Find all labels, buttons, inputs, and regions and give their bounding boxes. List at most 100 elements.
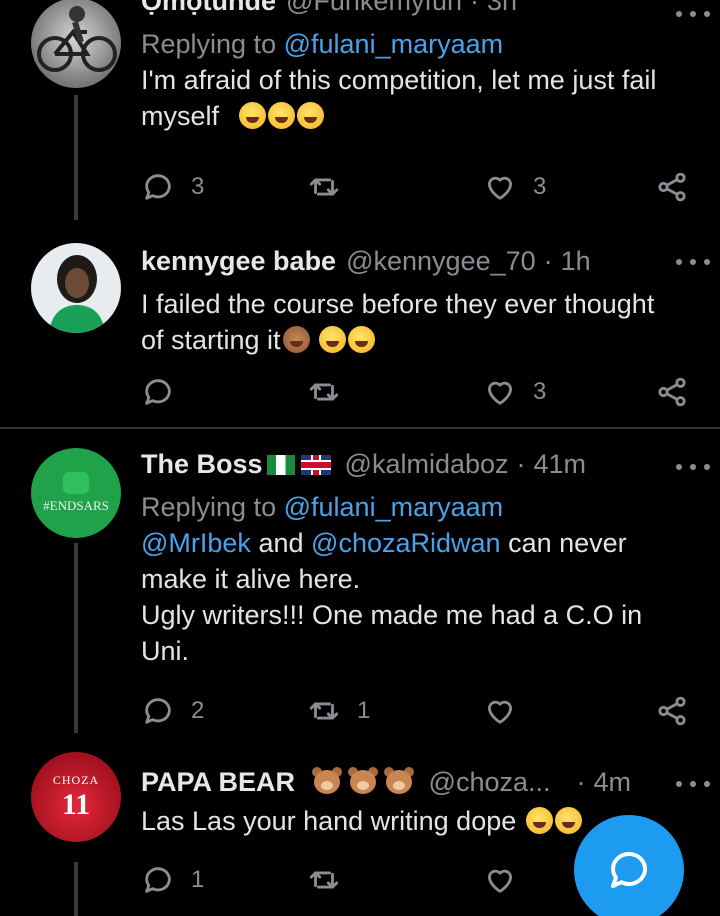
tweet-header: PAPA BEAR @choza... · 4m [141,765,700,799]
display-name[interactable]: The Boss [141,449,331,480]
grinning-face-emoji [348,326,376,353]
heart-icon [483,170,517,204]
display-name[interactable]: Ọmọtunde [141,0,276,17]
thread-line [74,862,78,916]
replying-prefix: Replying to [141,492,277,522]
share-button[interactable] [655,372,689,412]
tweet-1[interactable]: Ọmọtunde @Funkemyfun · 3h Replying to @f… [0,0,720,220]
see-no-evil-monkey-emoji [282,326,310,353]
retweet-button[interactable] [307,372,341,412]
user-handle[interactable]: @kalmidaboz [345,449,509,480]
share-icon [655,170,689,204]
tweet-text-fragment: can never [508,528,627,558]
more-options-icon[interactable] [676,8,710,20]
timestamp[interactable]: 41m [534,449,587,480]
mention-link[interactable]: @MrIbek [141,528,251,558]
tweet-text: I'm afraid of this competition, let me j… [141,62,700,134]
reply-icon [141,170,175,204]
like-button[interactable]: 3 [483,167,546,207]
thread-line [74,543,78,733]
display-name[interactable]: kennygee babe [141,246,336,277]
heart-icon [483,863,517,897]
separator: · [516,449,526,479]
timestamp[interactable]: 4m [594,767,632,798]
more-options-icon[interactable] [676,461,710,473]
replying-to-link[interactable]: @fulani_maryaam [284,29,504,59]
replying-to: Replying to @fulani_maryaam [141,26,700,62]
user-handle[interactable]: @kennygee_70 [346,246,536,277]
timestamp[interactable]: 3h [487,0,517,17]
retweet-button[interactable]: 1 [307,691,370,731]
user-handle[interactable]: @choza... [429,767,551,798]
reply-button[interactable] [141,372,175,412]
display-name-text: PAPA BEAR [141,767,296,797]
more-options-icon[interactable] [676,256,710,268]
reply-icon [141,694,175,728]
more-options-icon[interactable] [676,778,710,790]
avatar[interactable] [31,0,121,88]
retweet-icon [307,375,341,409]
avatar-jersey-number: 11 [61,787,91,821]
user-handle[interactable]: @Funkemyfun [286,0,462,17]
tweet-2[interactable]: kennygee babe @kennygee_70 · 1h I failed… [0,222,720,426]
tweet-text-line: myself [141,101,220,131]
reply-count: 3 [191,173,205,200]
tweet-header: The Boss @kalmidaboz · 41m [141,449,700,483]
retweet-icon [307,170,341,204]
display-name-text: The Boss [141,449,263,479]
separator: · [576,767,586,797]
tweet-header: Ọmọtunde @Funkemyfun · 3h [141,0,700,20]
retweet-count: 1 [357,697,371,724]
avatar[interactable] [31,243,121,333]
tweet-text-line: I failed the course before they ever tho… [141,289,655,319]
compose-reply-icon [611,852,647,888]
retweet-button[interactable] [307,167,341,207]
timestamp[interactable]: 1h [561,246,591,277]
reply-count: 1 [191,866,205,893]
tweet-text-line: I'm afraid of this competition, let me j… [141,65,657,95]
thread-line [74,95,78,220]
separator: · [469,0,479,16]
reply-button[interactable]: 3 [141,167,204,207]
tweet-header: kennygee babe @kennygee_70 · 1h [141,246,700,280]
loudly-crying-face-emoji [296,102,324,129]
fist-icon [63,472,89,494]
replying-to-link[interactable]: @fulani_maryaam [284,492,504,522]
profile-photo [49,255,105,333]
like-button[interactable] [483,860,517,900]
compose-reply-button[interactable] [574,815,684,916]
grinning-face-emoji [319,326,347,353]
avatar-hashtag: #ENDSARS [43,498,109,513]
share-button[interactable] [655,691,689,731]
tweet-text: @MrIbek and @chozaRidwan can never make … [141,525,700,669]
grinning-sweat-face-emoji [554,807,582,834]
mention-link[interactable]: @chozaRidwan [311,528,501,558]
tweet-text: I failed the course before they ever tho… [141,286,700,358]
reply-button[interactable]: 1 [141,860,204,900]
reply-icon [141,863,175,897]
separator: · [543,246,553,276]
like-button[interactable]: 3 [483,372,546,412]
retweet-icon [307,694,341,728]
display-name[interactable]: PAPA BEAR [141,765,419,798]
reply-button[interactable]: 2 [141,691,204,731]
tweet-3[interactable]: #ENDSARS The Boss @kalmidaboz · 41m Repl… [0,429,720,733]
bear-face-emoji [347,765,379,795]
like-button[interactable] [483,691,517,731]
avatar[interactable]: #ENDSARS [31,448,121,538]
like-count: 3 [533,173,547,200]
tweet-text-fragment: and [258,528,304,558]
replying-to: Replying to @fulani_maryaam [141,489,700,525]
reply-count: 2 [191,697,205,724]
share-button[interactable] [655,167,689,207]
replying-prefix: Replying to [141,29,277,59]
uk-flag-icon [300,455,331,475]
retweet-button[interactable] [307,860,341,900]
nigeria-flag-icon [266,455,295,475]
grinning-sweat-face-emoji [525,807,553,834]
bear-face-emoji [383,765,415,795]
avatar[interactable]: CHOZA 11 [31,752,121,842]
tweet-text-line: make it alive here. [141,564,361,594]
like-count: 3 [533,378,547,405]
loudly-crying-face-emoji [267,102,295,129]
